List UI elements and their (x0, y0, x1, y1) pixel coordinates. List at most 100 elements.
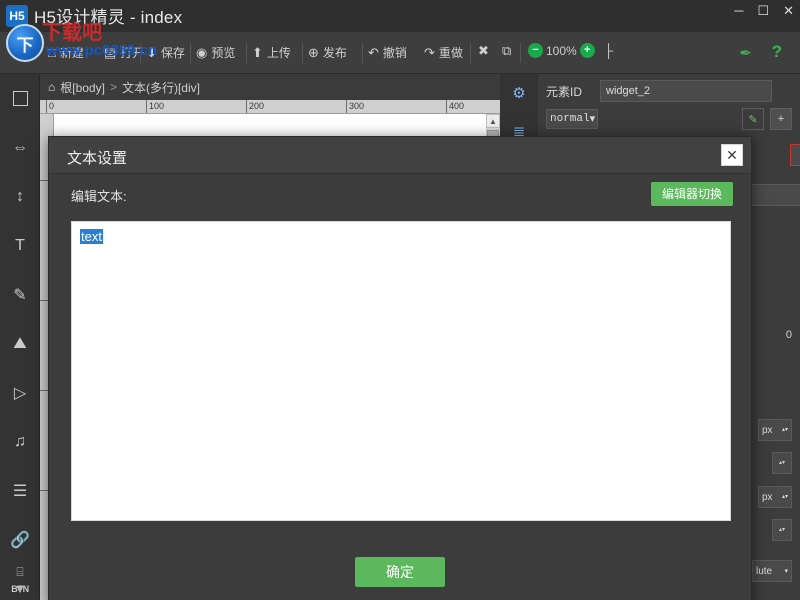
chevron-down-icon: ▾ (589, 114, 596, 126)
state-select[interactable]: normal ▾ (546, 109, 598, 129)
element-id-row: 元素ID widget_2 (538, 74, 800, 102)
unit-select-1[interactable]: px ▴▾ (758, 419, 792, 441)
close-icon[interactable]: ✕ (721, 144, 743, 166)
ruler-tick: 200 (246, 100, 264, 113)
toolbar-divider (362, 43, 363, 63)
switch-editor-button[interactable]: 编辑器切换 (650, 182, 733, 206)
tool-horizontal-layout[interactable]: ⇔ (0, 123, 40, 172)
toolbar-redo-button[interactable]: ↷ 重做 (424, 44, 463, 61)
tool-audio[interactable]: ♫ (0, 417, 40, 466)
tool-list[interactable]: ☰ (0, 466, 40, 515)
stepper-icon: ▴▾ (781, 427, 788, 433)
position-select[interactable]: lute ▾ (752, 560, 792, 582)
tool-rail: ⇔ ↕ T ✎ ⛰ ▷ ♫ ☰ 🔗 BTN A ◉ ⌸ ▼ (0, 74, 40, 600)
tool-rich-text[interactable]: ✎ (0, 270, 40, 319)
element-id-input[interactable]: widget_2 (600, 80, 772, 102)
toolbar-upload-label: 上传 (266, 46, 291, 60)
add-style-button[interactable]: + (770, 108, 792, 130)
state-row: normal ▾ ✎ + (538, 102, 800, 130)
redo-icon: ↷ (424, 45, 435, 60)
text-editor-area[interactable]: text (71, 221, 731, 521)
upload-icon: ⬆ (252, 45, 263, 60)
toolbar-divider (470, 43, 471, 63)
toolbar-preview-button[interactable]: ◉ 预览 (196, 44, 235, 61)
toolbar-divider (246, 43, 247, 63)
preview-icon: ◉ (196, 45, 208, 60)
panel-tab-settings[interactable]: ⚙ (500, 74, 538, 112)
zoom-control: − 100% + (528, 43, 595, 58)
home-icon[interactable]: ⌂ (48, 80, 55, 94)
toolbar-clear-button[interactable]: ✖ (478, 44, 489, 57)
toolbar-divider (302, 43, 303, 63)
zoom-level-value: 100% (546, 43, 577, 58)
confirm-button[interactable]: 确定 (355, 557, 445, 587)
image-icon: ⛰ (13, 334, 27, 352)
edit-style-button[interactable]: ✎ (742, 108, 764, 130)
horizontal-ruler: 0 100 200 300 400 (40, 100, 500, 114)
ruler-tick: 100 (146, 100, 164, 113)
help-icon[interactable]: ? (772, 42, 782, 62)
tool-rail-footer: ⌸ ▼ (0, 554, 40, 600)
toolbar-publish-button[interactable]: ⊕ 发布 (308, 44, 347, 61)
close-icon[interactable]: ✕ (783, 4, 794, 18)
element-id-label: 元素ID (546, 84, 583, 99)
stepper-icon: ▴▾ (778, 459, 786, 466)
stepper-1[interactable]: ▴▾ (772, 452, 792, 474)
ruler-tick: 0 (46, 100, 54, 113)
clear-icon: ✖ (478, 43, 489, 58)
app-window: H5 H5设计精灵 - index ─ ☐ ✕ □ 新建 ▤ 打开 ⬇ 保存 ◉ 预览 … (0, 0, 800, 600)
stepper-2[interactable]: ▴▾ (772, 519, 792, 541)
undo-icon: ↶ (368, 45, 379, 60)
highlighted-input[interactable] (790, 144, 800, 166)
panel-grid-icon[interactable]: ⌸ (16, 565, 23, 580)
breadcrumb: ⌂ 根[body] > 文本(多行)[div] (40, 74, 500, 100)
pencil-box-icon: ✎ (13, 286, 27, 304)
ruler-tick: 400 (446, 100, 464, 113)
watermark-line2: www.pc0359.cn (46, 42, 158, 59)
watermark-badge: 下 (6, 24, 44, 62)
toolbar-publish-label: 发布 (322, 46, 347, 60)
tool-select[interactable] (0, 74, 40, 123)
editor-selected-text[interactable]: text (80, 229, 103, 244)
minimize-icon[interactable]: ─ (734, 4, 743, 18)
breadcrumb-item-div[interactable]: 文本(多行)[div] (122, 79, 200, 96)
tool-vertical-layout[interactable]: ↕ (0, 172, 40, 221)
position-value: lute (756, 565, 773, 577)
text-t-icon: T (15, 236, 25, 254)
breadcrumb-separator: > (109, 80, 117, 94)
vertical-arrows-icon: ↕ (16, 187, 24, 205)
window-controls: ─ ☐ ✕ (734, 4, 794, 18)
list-icon: ☰ (12, 482, 28, 500)
ruler-tick: 300 (346, 100, 364, 113)
text-settings-dialog: 文本设置 ✕ 编辑文本: 编辑器切换 text 确定 (48, 136, 752, 600)
zoom-in-button[interactable]: + (579, 43, 595, 58)
toolbar-preview-label: 预览 (211, 46, 236, 60)
link-icon: 🔗 (10, 531, 30, 549)
tool-text[interactable]: T (0, 221, 40, 270)
toolbar-divider (520, 43, 521, 63)
scroll-up-icon[interactable]: ▲ (486, 114, 500, 128)
unit-select-2[interactable]: px ▴▾ (758, 486, 792, 508)
edit-text-label: 编辑文本: (71, 189, 127, 204)
toolbar-save-label: 保存 (160, 46, 185, 60)
toolbar-upload-button[interactable]: ⬆ 上传 (252, 44, 291, 61)
stepper-icon: ▴▾ (781, 494, 788, 500)
toolbar-align-button[interactable]: ├ (604, 44, 613, 57)
breadcrumb-item-body[interactable]: 根[body] (60, 79, 105, 96)
toolbar-undo-button[interactable]: ↶ 撤销 (368, 44, 407, 61)
numeric-readout: 0 (785, 329, 792, 341)
toolbar-undo-label: 撤销 (382, 46, 407, 60)
publish-icon: ⊕ (308, 45, 319, 60)
pen-icon[interactable]: ✒ (739, 44, 752, 62)
align-icon: ├ (604, 43, 614, 58)
square-icon (12, 91, 28, 106)
dialog-title: 文本设置 (67, 150, 128, 167)
dialog-subheader: 编辑文本: 编辑器切换 (49, 174, 753, 214)
maximize-icon[interactable]: ☐ (757, 4, 769, 18)
tool-image[interactable]: ⛰ (0, 319, 40, 368)
chevron-down-icon[interactable]: ▼ (14, 582, 26, 596)
tool-video[interactable]: ▷ (0, 368, 40, 417)
copy-icon: ⧉ (502, 43, 512, 58)
toolbar-copy-button[interactable]: ⧉ (502, 44, 511, 57)
zoom-out-button[interactable]: − (528, 43, 543, 58)
